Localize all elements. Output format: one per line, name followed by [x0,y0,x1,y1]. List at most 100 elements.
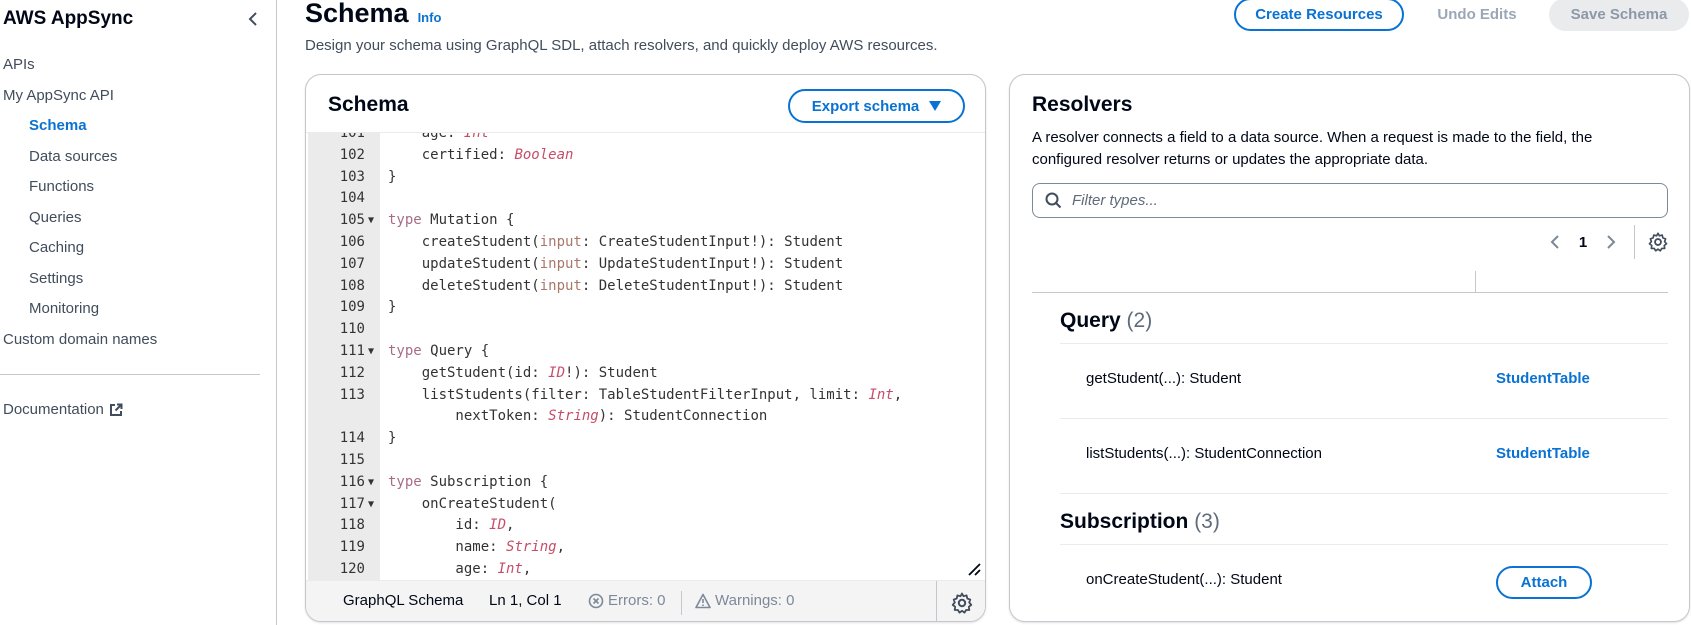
sidebar-item-settings[interactable]: Settings [0,264,276,295]
documentation-link[interactable]: Documentation [3,401,123,418]
documentation-label: Documentation [3,401,104,418]
code-line: 117 ▼ onCreateStudent( [308,494,985,516]
code-line: 108 deleteStudent(input: DeleteStudentIn… [339,277,844,294]
chevron-right-icon [1607,235,1616,249]
resolver-link[interactable]: StudentTable [1496,445,1590,462]
external-link-icon [109,403,123,416]
group-count: (2) [1126,309,1153,332]
group-title-query[interactable]: Query (2) [1060,309,1152,333]
code-line: 111 ▼ type Query { [308,341,985,363]
row-divider [1060,544,1668,545]
attach-resolver-button[interactable]: Attach [1496,566,1592,599]
sidebar-item-custom-domain-names[interactable]: Custom domain names [0,325,276,356]
create-resources-button[interactable]: Create Resources [1234,0,1404,31]
group-title-subscription[interactable]: Subscription (3) [1060,510,1220,534]
code-line: 115 [339,451,365,468]
resolver-field: getStudent(...): Student [1086,370,1242,387]
code-line: 119 name: String, [339,539,566,556]
code-line: 107 updateStudent(input: UpdateStudentIn… [339,255,844,272]
chevron-left-icon [1550,235,1559,249]
schema-panel-title: Schema [328,93,409,116]
code-lines: 101 age: Int 102 certified: Boolean 103}… [308,133,985,580]
editor-settings-gear-icon[interactable] [950,591,974,615]
fold-arrow-icon[interactable]: ▼ [368,494,378,516]
fold-arrow-icon[interactable]: ▼ [368,341,378,363]
export-schema-button[interactable]: Export schema [788,89,965,123]
table-preferences-button[interactable] [1643,227,1673,257]
code-line: 105 ▼ type Mutation { [308,210,985,232]
sidebar-title: AWS AppSync [3,8,134,29]
sidebar-item-queries[interactable]: Queries [0,203,276,234]
schema-panel: Schema Export schema 101 age: Int 102 ce… [305,74,986,622]
code-line: 114} [339,430,397,447]
status-warnings[interactable]: Warnings: 0 [695,592,794,609]
page-title: Schema Info [305,0,441,29]
code-line: 109} [339,299,397,316]
filter-types-input[interactable] [1072,192,1652,209]
page-description: Design your schema using GraphQL SDL, at… [305,37,938,54]
table-header-line [1032,292,1668,293]
next-page-button[interactable] [1596,227,1626,257]
sidebar-item-caching[interactable]: Caching [0,233,276,264]
status-language: GraphQL Schema [343,592,464,609]
search-icon [1045,192,1062,209]
resolver-field: listStudents(...): StudentConnection [1086,445,1322,462]
table-header-divider[interactable] [1475,271,1476,293]
code-line: 103} [339,168,397,185]
code-line: 118 id: ID, [339,517,515,534]
row-divider [1060,418,1668,419]
undo-edits-button[interactable]: Undo Edits [1415,0,1539,31]
resolver-field: onCreateStudent(...): Student [1086,571,1282,588]
info-link[interactable]: Info [418,10,442,25]
sidebar-item-monitoring[interactable]: Monitoring [0,294,276,325]
code-line: 116 ▼ type Subscription { [308,472,985,494]
row-divider [1060,343,1668,344]
resolvers-panel: Resolvers A resolver connects a field to… [1009,74,1690,622]
save-schema-button[interactable]: Save Schema [1549,0,1689,31]
sidebar-item-apis[interactable]: APIs [0,50,276,81]
code-line: 110 [339,321,365,338]
group-count: (3) [1194,510,1220,533]
previous-page-button[interactable] [1540,227,1570,257]
filter-types-field[interactable] [1032,183,1668,218]
caret-down-icon [929,101,942,111]
resolvers-description: A resolver connects a field to a data so… [1032,129,1593,168]
resize-handle-icon[interactable] [967,562,981,576]
status-separator [936,581,937,621]
export-schema-label: Export schema [811,97,920,115]
status-cursor-position: Ln 1, Col 1 [489,592,562,609]
code-line: nextToken: String): StudentConnection [388,408,768,425]
code-line: 112 getStudent(id: ID!): Student [339,364,658,381]
status-errors-label: Errors: 0 [608,592,666,609]
resolvers-title: Resolvers [1032,93,1133,116]
code-line: 101 age: Int [339,133,490,141]
schema-code-editor[interactable]: 101 age: Int 102 certified: Boolean 103}… [308,133,985,580]
sidebar-item-data-sources[interactable]: Data sources [0,142,276,173]
page-title-text: Schema [305,0,409,28]
code-line: 102 certified: Boolean [339,146,574,163]
pagination-separator [1634,225,1635,259]
sidebar-header: AWS AppSync [3,6,265,32]
group-name: Subscription [1060,510,1189,533]
fold-arrow-icon[interactable]: ▼ [368,210,378,232]
schema-panel-header: Schema Export schema [306,75,985,133]
editor-status-bar: GraphQL Schema Ln 1, Col 1 Errors: 0 War… [306,580,985,621]
chevron-left-icon [248,12,257,26]
gear-icon [1648,232,1668,252]
sidebar-item-functions[interactable]: Functions [0,172,276,203]
fold-arrow-icon[interactable]: ▼ [368,472,378,494]
sidebar-item-schema[interactable]: Schema [0,111,276,142]
status-warnings-label: Warnings: 0 [715,592,795,609]
warning-icon [695,593,711,608]
resolver-link[interactable]: StudentTable [1496,370,1590,387]
page-number[interactable]: 1 [1570,234,1596,251]
sidebar-nav: APIs My AppSync API Schema Data sources … [0,50,276,355]
status-separator [681,591,682,615]
sidebar-item-my-appsync-api[interactable]: My AppSync API [0,81,276,112]
row-divider [1060,493,1668,494]
pagination: 1 [1540,225,1673,259]
code-line: 104 [339,190,365,207]
status-errors[interactable]: Errors: 0 [588,592,666,609]
sidebar-divider [0,374,260,375]
collapse-sidebar-button[interactable] [241,7,265,31]
